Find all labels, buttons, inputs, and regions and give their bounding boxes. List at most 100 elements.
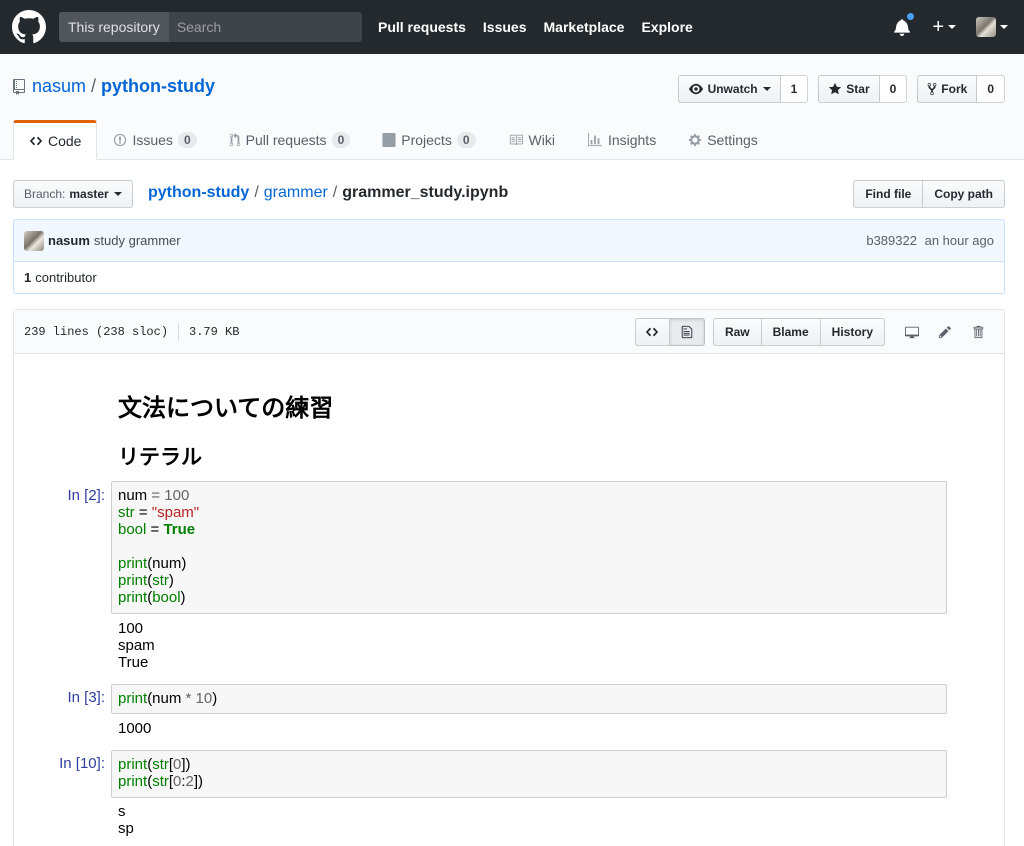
code-cell: print(str[0]) print(str[0:2]) [111,750,947,798]
pull-requests-counter: 0 [331,132,351,148]
code-token: = [146,521,164,538]
tab-label: Issues [132,132,173,148]
star-count[interactable]: 0 [879,75,908,103]
rendered-view-button[interactable] [669,317,705,346]
nav-pull-requests[interactable]: Pull requests [378,19,466,35]
caret-down-icon [948,25,956,29]
caret-down-icon [762,87,771,91]
file-box: 239 lines (238 sloc) 3.79 KB Raw Blame H… [13,309,1005,846]
code-token: bool [118,521,147,538]
output-line: True [118,654,149,671]
code-line: print(bool) [118,589,940,606]
repo-actions: Unwatch 1 Star 0 Fork 0 [668,75,1005,103]
commit-author-link[interactable]: nasum [48,233,90,248]
trash-icon[interactable] [961,318,994,346]
code-token: str [118,504,135,521]
branch-name: master [69,187,109,201]
user-menu[interactable] [976,17,1008,37]
history-button[interactable]: History [820,317,885,346]
repo-header: nasum / python-study Unwatch 1 Star 0 Fo… [0,54,1024,160]
tab-wiki[interactable]: Wiki [492,120,571,160]
tab-issues[interactable]: Issues 0 [97,120,212,160]
nav-issues[interactable]: Issues [483,19,527,35]
output-line: 1000 [118,720,152,737]
global-header: This repository Pull requests Issues Mar… [0,0,1024,54]
find-file-button[interactable]: Find file [853,180,924,208]
cell-prompt: In [10]: [59,755,105,772]
graph-icon [587,133,602,147]
search-input[interactable] [168,12,362,42]
file-info: 239 lines (238 sloc) 3.79 KB [24,322,240,341]
tab-label: Pull requests [245,132,327,148]
branch-select-button[interactable]: Branch: master [13,180,133,208]
contributors[interactable]: 1 contributor [13,261,1005,294]
notebook-heading-2: リテラル [118,446,202,469]
code-token: print [118,572,148,589]
avatar [976,17,996,37]
fork-count[interactable]: 0 [977,75,1005,103]
repo-name-link[interactable]: python-study [101,76,215,97]
watch-group: Unwatch 1 [677,75,809,103]
breadcrumb-repo-link[interactable]: python-study [148,184,249,202]
star-button[interactable]: Star [818,75,880,103]
cell-prompt: In [3]: [67,689,105,706]
cell-output: 1000 [118,720,151,737]
cell-output: 100 spam True [118,620,155,671]
file-lines: 239 lines (238 sloc) [24,324,169,339]
code-cell: num = 100 str = "spam" bool = True print(nu… [111,481,947,614]
breadcrumb-separator: / [332,184,338,201]
file-icon [681,325,693,338]
code-token: (num) [147,555,187,572]
github-logo-icon[interactable] [12,10,46,44]
commit-tease: nasum study grammer b389322 an hour ago [13,219,1005,262]
commit-sha-link[interactable]: b389322 [866,233,917,248]
tab-insights[interactable]: Insights [571,120,672,160]
code-token: ) [212,690,218,707]
tab-projects[interactable]: Projects 0 [366,120,491,160]
code-cell: print(num * 10) [111,684,947,714]
pencil-icon[interactable] [928,318,961,346]
tab-settings[interactable]: Settings [672,120,774,160]
project-icon [382,133,396,147]
tab-label: Insights [607,132,657,148]
issues-counter: 0 [177,132,197,148]
source-view-button[interactable] [634,317,670,346]
notifications-bell-icon[interactable] [894,12,916,36]
copy-path-button[interactable]: Copy path [923,180,1005,208]
commit-time: an hour ago [924,233,994,248]
fork-button[interactable]: Fork [917,75,978,103]
star-group: Star 0 [818,75,908,103]
commit-meta: b389322 an hour ago [866,233,994,248]
raw-button[interactable]: Raw [712,317,762,346]
desktop-icon[interactable] [895,318,928,346]
file-size: 3.79 KB [189,324,240,339]
repo-owner-link[interactable]: nasum [32,76,86,97]
unwatch-button[interactable]: Unwatch [677,75,781,103]
code-token: print [118,773,148,790]
code-line: str = "spam" [118,504,940,521]
blame-button[interactable]: Blame [761,317,821,346]
projects-counter: 0 [456,132,476,148]
nav-explore[interactable]: Explore [641,19,692,35]
file-header: 239 lines (238 sloc) 3.79 KB Raw Blame H… [14,310,1004,354]
commit-message-link[interactable]: study grammer [94,233,181,248]
code-token: print [118,690,148,707]
code-token: (num [147,690,186,707]
tab-code[interactable]: Code [13,120,98,160]
create-new-menu[interactable]: + [932,16,956,39]
eye-icon [688,83,703,95]
breadcrumb-folder-link[interactable]: grammer [264,184,328,202]
code-icon [646,327,659,336]
avatar[interactable] [24,230,44,251]
tab-pull-requests[interactable]: Pull requests 0 [213,120,367,160]
plus-icon: + [932,15,944,38]
code-token: str [152,572,169,589]
watch-count[interactable]: 1 [780,75,809,103]
contributors-label: contributor [35,270,97,285]
code-line: print(str) [118,572,940,589]
output-line: s [118,803,126,820]
code-token: ]) [193,773,204,790]
nav-marketplace[interactable]: Marketplace [544,19,625,35]
unread-dot [906,12,916,21]
